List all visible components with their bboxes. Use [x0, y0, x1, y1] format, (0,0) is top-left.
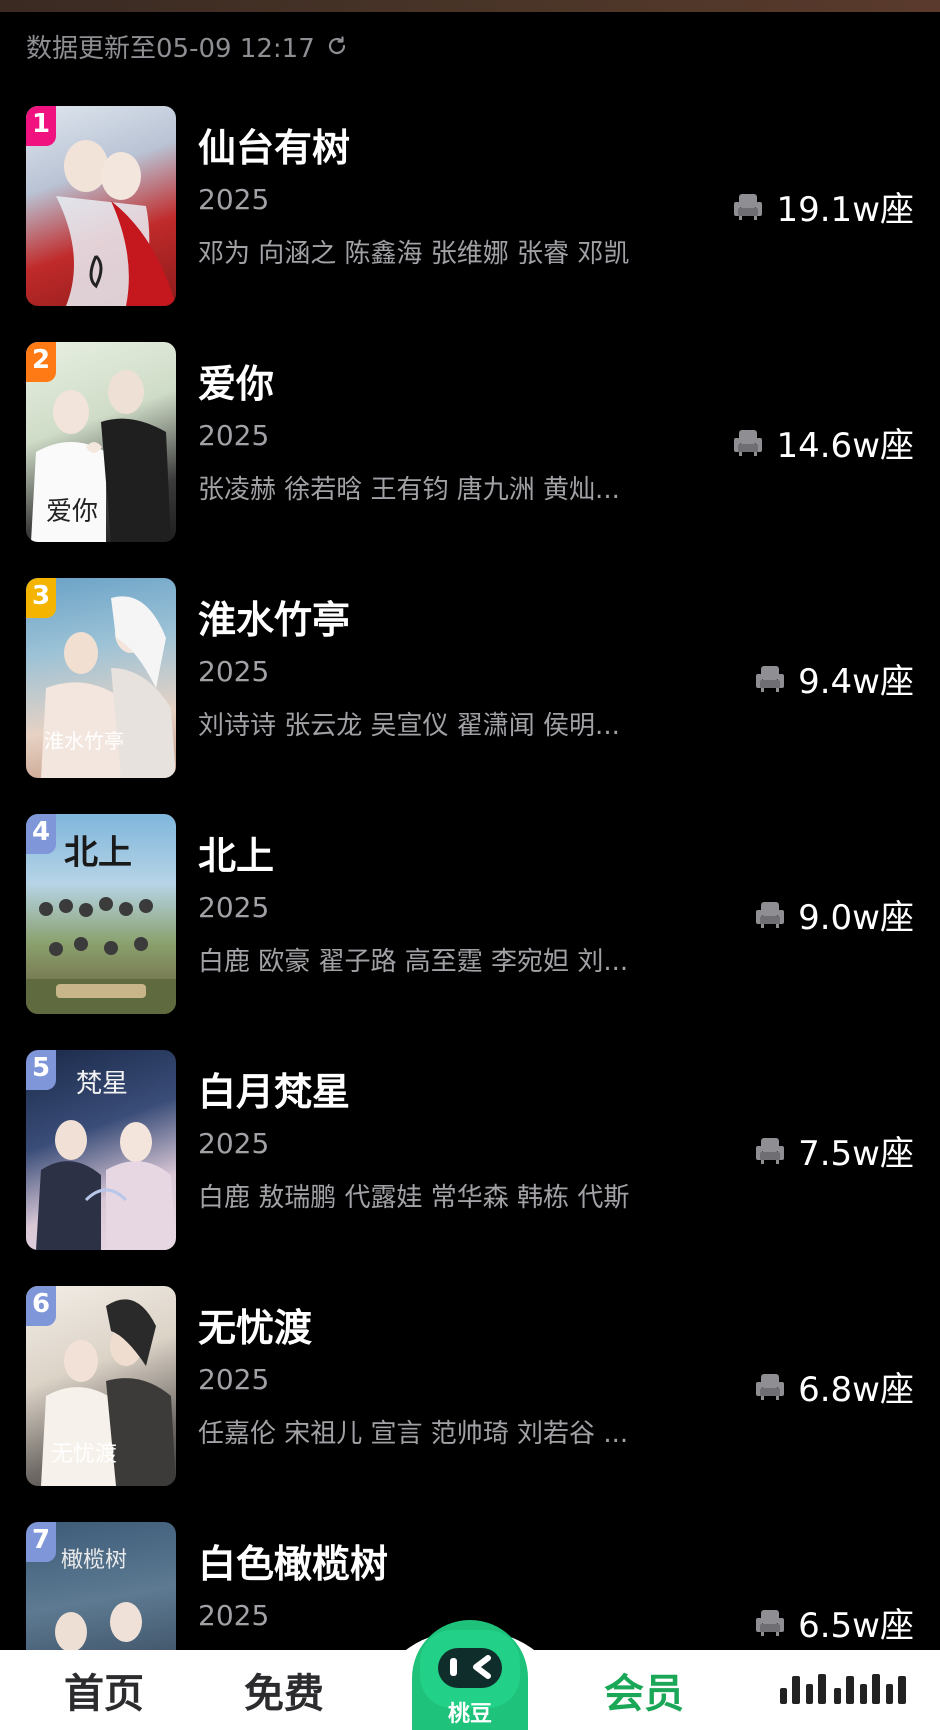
show-cast: 白鹿 欧豪 翟子路 高至霆 李宛妲 刘... — [198, 947, 629, 977]
seat-count-text: 9.4w座 — [798, 661, 914, 702]
list-item[interactable]: 梵星 5 白月梵星 2025 白鹿 敖瑞鹏 代露娃 常华森 韩栋 代斯 7.5w… — [0, 1050, 940, 1250]
show-year: 2025 — [198, 891, 270, 924]
show-title[interactable]: 白月梵星 — [198, 1066, 698, 1118]
show-cast: 任嘉伦 宋祖儿 宣言 范帅琦 刘若谷 ... — [198, 1419, 629, 1449]
show-title[interactable]: 仙台有树 — [198, 122, 698, 174]
refresh-icon[interactable] — [325, 34, 349, 58]
app-screen: 数据更新至05-09 12:17 1 仙台有树 2025 邓为 向涵之 陈鑫海 … — [0, 0, 940, 1730]
seat-icon — [756, 902, 785, 928]
update-time-row: 数据更新至05-09 12:17 — [26, 28, 349, 64]
show-title[interactable]: 爱你 — [198, 358, 698, 410]
list-item[interactable]: 北上 4 北上 2025 白鹿 欧豪 翟子路 高至霆 李宛妲 刘... 9.0w… — [0, 814, 940, 1014]
rank-badge: 1 — [26, 106, 56, 146]
poster-image[interactable]: 北上 4 — [26, 814, 176, 1014]
rank-badge: 6 — [26, 1286, 56, 1326]
seat-count-text: 6.8w座 — [798, 1369, 914, 1410]
svg-text:淮水竹亭: 淮水竹亭 — [44, 729, 124, 753]
svg-text:爱你: 爱你 — [46, 497, 98, 527]
rank-badge: 3 — [26, 578, 56, 618]
seat-count: 19.1w座 — [732, 182, 914, 230]
show-year: 2025 — [198, 1363, 270, 1396]
show-title[interactable]: 淮水竹亭 — [198, 594, 698, 646]
svg-text:无忧渡: 无忧渡 — [51, 1442, 117, 1467]
show-title[interactable]: 北上 — [198, 830, 698, 882]
tab-home[interactable]: 首页 — [64, 1666, 144, 1722]
seat-icon — [756, 666, 785, 692]
seat-count-text: 14.6w座 — [776, 425, 914, 466]
poster-image[interactable]: 梵星 5 — [26, 1050, 176, 1250]
list-item[interactable]: 无忧渡 6 无忧渡 2025 任嘉伦 宋祖儿 宣言 范帅琦 刘若谷 ... 6.… — [0, 1286, 940, 1486]
seat-count: 14.6w座 — [732, 418, 914, 466]
svg-text:橄榄树: 橄榄树 — [61, 1548, 127, 1573]
show-year: 2025 — [198, 655, 270, 688]
list-item[interactable]: 淮水竹亭 3 淮水竹亭 2025 刘诗诗 张云龙 吴宣仪 翟潇闻 侯明... 9… — [0, 578, 940, 778]
show-cast: 邓为 向涵之 陈鑫海 张维娜 张睿 邓凯 — [198, 239, 630, 269]
rank-badge: 5 — [26, 1050, 56, 1090]
seat-count: 9.4w座 — [754, 654, 914, 702]
seat-icon — [734, 430, 763, 456]
seat-count-text: 7.5w座 — [798, 1133, 914, 1174]
show-title[interactable]: 无忧渡 — [198, 1302, 698, 1354]
svg-text:北上: 北上 — [64, 833, 132, 873]
svg-text:梵星: 梵星 — [76, 1069, 128, 1099]
poster-image[interactable]: 淮水竹亭 3 — [26, 578, 176, 778]
tab-free[interactable]: 免费 — [244, 1666, 324, 1722]
show-cast: 刘诗诗 张云龙 吴宣仪 翟潇闻 侯明... — [198, 711, 620, 741]
tab-center-label: 桃豆 — [447, 1702, 492, 1727]
list-item[interactable]: 1 仙台有树 2025 邓为 向涵之 陈鑫海 张维娜 张睿 邓凯 19.1w座 — [0, 106, 940, 306]
poster-image[interactable]: 无忧渡 6 — [26, 1286, 176, 1486]
update-time-text: 数据更新至05-09 12:17 — [26, 33, 315, 64]
poster-image[interactable]: 爱你 2 — [26, 342, 176, 542]
rank-badge: 4 — [26, 814, 56, 854]
seat-count-text: 6.5w座 — [798, 1605, 914, 1646]
status-strip — [0, 0, 940, 12]
seat-icon — [734, 194, 763, 220]
tab-center-taodou[interactable]: 桃豆 — [412, 1620, 528, 1730]
seat-count-text: 19.1w座 — [776, 189, 914, 230]
seat-icon — [756, 1374, 785, 1400]
seat-count: 6.8w座 — [754, 1362, 914, 1410]
show-year: 2025 — [198, 1127, 270, 1160]
seat-count: 9.0w座 — [754, 890, 914, 938]
seat-count: 6.5w座 — [754, 1598, 914, 1646]
rank-badge: 2 — [26, 342, 56, 382]
seat-count: 7.5w座 — [754, 1126, 914, 1174]
seat-count-text: 9.0w座 — [798, 897, 914, 938]
show-title[interactable]: 白色橄榄树 — [198, 1538, 698, 1590]
menu-icon[interactable] — [776, 1670, 916, 1710]
tab-vip[interactable]: 会员 — [604, 1666, 684, 1722]
show-year: 2025 — [198, 183, 270, 216]
poster-image[interactable]: 1 — [26, 106, 176, 306]
show-cast: 白鹿 敖瑞鹏 代露娃 常华森 韩栋 代斯 — [198, 1183, 630, 1213]
seat-icon — [756, 1138, 785, 1164]
seat-icon — [756, 1610, 785, 1636]
ranking-list: 1 仙台有树 2025 邓为 向涵之 陈鑫海 张维娜 张睿 邓凯 19.1w座 — [0, 106, 940, 1730]
show-cast: 张凌赫 徐若晗 王有钧 唐九洲 黄灿... — [198, 475, 620, 505]
list-item[interactable]: 爱你 2 爱你 2025 张凌赫 徐若晗 王有钧 唐九洲 黄灿... 14.6w… — [0, 342, 940, 542]
show-year: 2025 — [198, 419, 270, 452]
rank-badge: 7 — [26, 1522, 56, 1562]
